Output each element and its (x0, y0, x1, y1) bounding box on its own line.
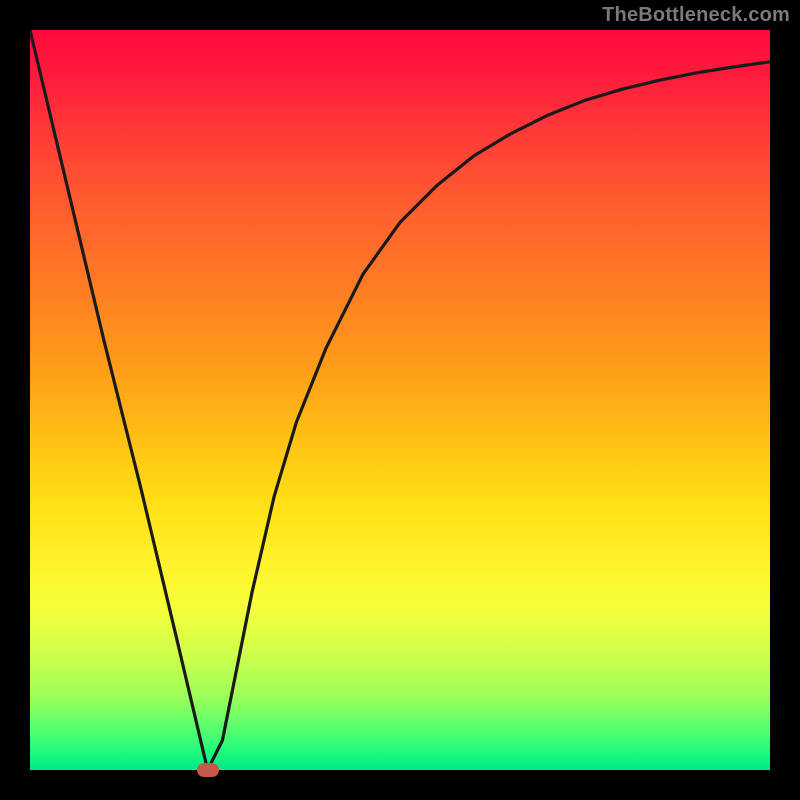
plot-area (30, 30, 770, 770)
curve-svg (30, 30, 770, 770)
chart-frame: TheBottleneck.com (0, 0, 800, 800)
curve-line (30, 30, 770, 770)
min-marker (197, 763, 219, 777)
watermark-text: TheBottleneck.com (602, 4, 790, 27)
